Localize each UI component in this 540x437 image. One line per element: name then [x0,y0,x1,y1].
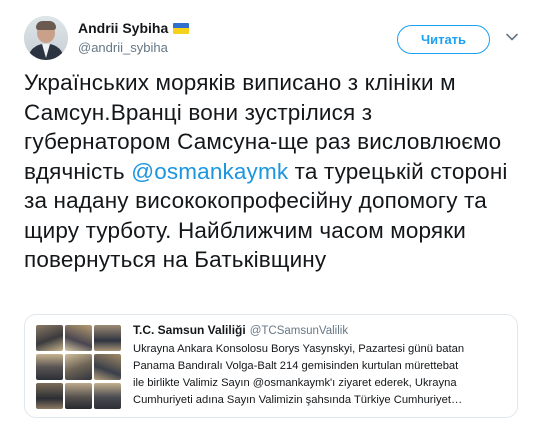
photo-tile-4 [36,354,63,380]
quoted-text-line: Cumhuriyeti adına Sayın Valimizin şahsın… [133,394,463,406]
quoted-text-line: Panama Bandıralı Volga-Balt 214 gemisind… [133,360,459,372]
avatar-hair [36,21,56,30]
quoted-tweet-photo-mosaic[interactable] [36,325,122,409]
photo-tile-5 [65,354,92,380]
mention-link[interactable]: @osmankaymk [131,159,288,184]
quoted-text-line: Ukrayna Ankara Konsolosu Borys Yasynskyi… [133,343,465,355]
ukraine-flag-icon [173,22,190,34]
author-handle[interactable]: @andrii_sybiha [78,40,168,55]
tweet-text: Українських моряків виписано з клініки м… [24,68,520,275]
chevron-down-glyph [506,33,518,41]
quoted-text-line: ile birlikte Valimiz Sayın @osmankaymk'ı… [133,377,457,389]
author-name-row: Andrii Sybiha [78,20,190,36]
photo-tile-1 [36,325,63,351]
quoted-tweet-text: Ukrayna Ankara Konsolosu Borys Yasynskyi… [133,341,511,409]
photo-tile-6 [94,354,121,380]
author-avatar[interactable] [24,16,68,60]
photo-tile-7 [36,383,63,409]
chevron-down-icon[interactable] [505,30,519,44]
follow-button[interactable]: Читать [397,25,490,54]
quoted-author-handle: @TCSamsunValilik [249,325,349,337]
author-display-name[interactable]: Andrii Sybiha [78,20,168,36]
quoted-tweet-card[interactable]: T.C. Samsun Valiliği @TCSamsunValilik Uk… [24,314,518,418]
photo-tile-3 [94,325,121,351]
photo-tile-2 [65,325,92,351]
quoted-tweet-author: T.C. Samsun Valiliği @TCSamsunValilik [133,323,348,337]
photo-tile-9 [94,383,121,409]
tweet-header: Andrii Sybiha @andrii_sybiha Читать [24,16,524,60]
photo-tile-8 [65,383,92,409]
quoted-author-name: T.C. Samsun Valiliği [133,323,246,337]
flag-yellow-stripe [173,28,190,34]
